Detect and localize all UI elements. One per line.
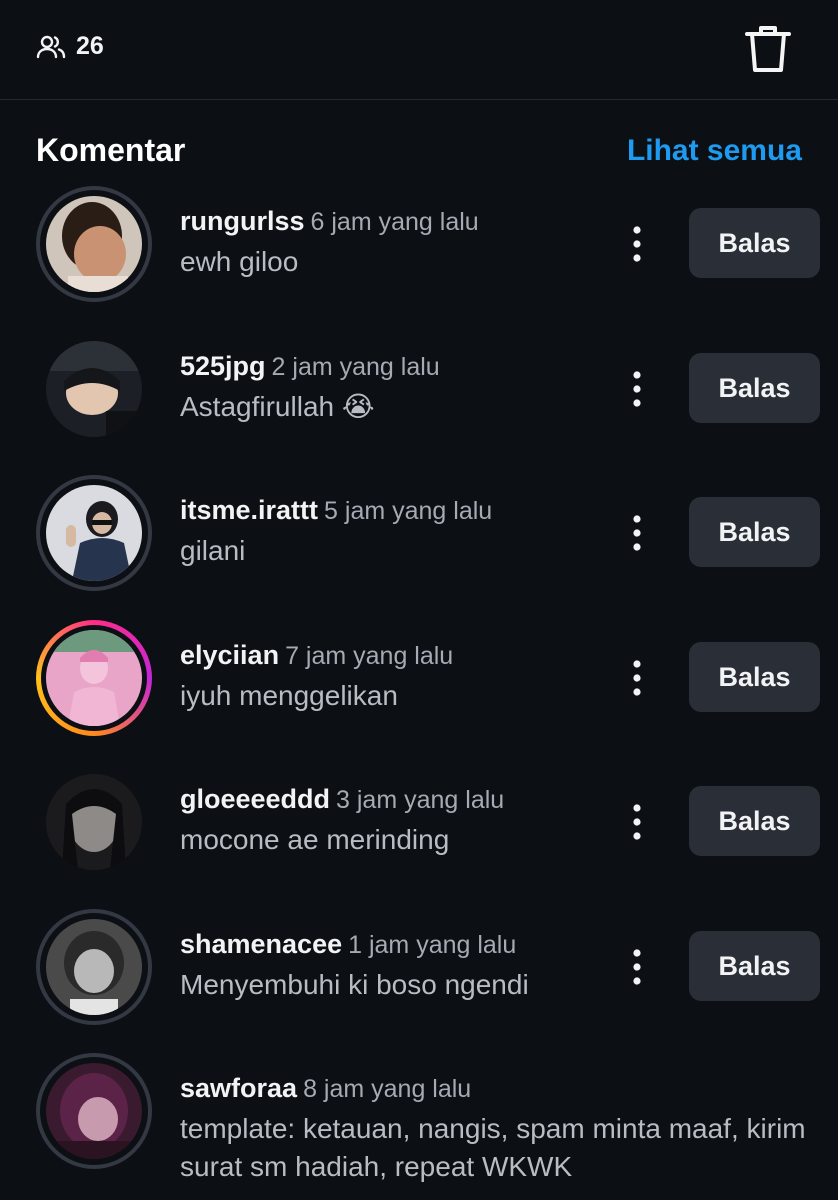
see-all-link[interactable]: Lihat semua bbox=[627, 134, 802, 168]
more-vertical-icon bbox=[633, 949, 641, 985]
comment-time: 3 jam yang lalu bbox=[336, 786, 505, 814]
reply-button[interactable]: Balas bbox=[689, 642, 820, 712]
comment-time: 8 jam yang lalu bbox=[303, 1075, 472, 1103]
reply-button[interactable]: Balas bbox=[689, 931, 820, 1001]
avatar[interactable] bbox=[36, 764, 152, 880]
more-options-button[interactable] bbox=[624, 660, 650, 696]
avatar-image bbox=[46, 630, 142, 726]
comment-item: shamenacee 1 jam yang lalu Menyembuhi ki … bbox=[0, 909, 838, 1049]
comment-username[interactable]: gloeeeeddd bbox=[180, 784, 330, 814]
viewer-count: 26 bbox=[36, 32, 104, 61]
avatar-image bbox=[46, 196, 142, 292]
comment-time: 2 jam yang lalu bbox=[271, 353, 440, 381]
comment-username[interactable]: rungurlss bbox=[180, 206, 305, 236]
more-vertical-icon bbox=[633, 226, 641, 262]
more-options-button[interactable] bbox=[624, 515, 650, 551]
comment-username[interactable]: shamenacee bbox=[180, 929, 342, 959]
comment-username[interactable]: sawforaa bbox=[180, 1073, 297, 1103]
avatar-image bbox=[46, 919, 142, 1015]
comment-content: sawforaa 8 jam yang lalu template: ketaua… bbox=[180, 1071, 820, 1186]
avatar[interactable] bbox=[36, 909, 152, 1025]
comment-username[interactable]: elyciian bbox=[180, 640, 279, 670]
comment-time: 5 jam yang lalu bbox=[324, 497, 493, 525]
comment-username[interactable]: itsme.irattt bbox=[180, 495, 318, 525]
comment-item: elyciian 7 jam yang lalu iyuh menggelikan… bbox=[0, 620, 838, 760]
trash-icon bbox=[744, 26, 792, 78]
more-vertical-icon bbox=[633, 371, 641, 407]
more-options-button[interactable] bbox=[624, 226, 650, 262]
avatar-image bbox=[46, 341, 142, 437]
more-vertical-icon bbox=[633, 660, 641, 696]
avatar[interactable] bbox=[36, 1053, 152, 1169]
viewer-count-value: 26 bbox=[76, 32, 104, 60]
delete-button[interactable] bbox=[744, 24, 792, 74]
avatar[interactable] bbox=[36, 186, 152, 302]
comment-text: template: ketauan, nangis, spam minta ma… bbox=[180, 1113, 806, 1182]
more-vertical-icon bbox=[633, 515, 641, 551]
comment-username[interactable]: 525jpg bbox=[180, 351, 266, 381]
avatar-story-ring[interactable] bbox=[36, 620, 152, 736]
reply-button[interactable]: Balas bbox=[689, 497, 820, 567]
comment-item: rungurlss 6 jam yang lalu ewh giloo Balas bbox=[0, 186, 838, 326]
more-options-button[interactable] bbox=[624, 804, 650, 840]
avatar-image bbox=[46, 1063, 142, 1159]
comment-item: gloeeeeddd 3 jam yang lalu mocone ae meri… bbox=[0, 764, 838, 904]
avatar[interactable] bbox=[36, 331, 152, 447]
comment-time: 7 jam yang lalu bbox=[285, 642, 454, 670]
section-title: Komentar bbox=[36, 132, 186, 168]
reply-button[interactable]: Balas bbox=[689, 208, 820, 278]
reply-button[interactable]: Balas bbox=[689, 353, 820, 423]
comment-item: 525jpg 2 jam yang lalu Astagfirullah 😭 Ba… bbox=[0, 331, 838, 471]
avatar-image bbox=[46, 774, 142, 870]
comment-item: itsme.irattt 5 jam yang lalu gilani Balas bbox=[0, 475, 838, 615]
more-options-button[interactable] bbox=[624, 949, 650, 985]
reply-button[interactable]: Balas bbox=[689, 786, 820, 856]
avatar-image bbox=[46, 485, 142, 581]
avatar[interactable] bbox=[36, 475, 152, 591]
more-vertical-icon bbox=[633, 804, 641, 840]
comment-time: 6 jam yang lalu bbox=[310, 208, 479, 236]
comment-item: sawforaa 8 jam yang lalu template: ketaua… bbox=[0, 1053, 838, 1200]
comment-time: 1 jam yang lalu bbox=[348, 931, 517, 959]
more-options-button[interactable] bbox=[624, 371, 650, 407]
top-bar: 26 bbox=[0, 0, 838, 100]
people-icon bbox=[36, 34, 66, 60]
